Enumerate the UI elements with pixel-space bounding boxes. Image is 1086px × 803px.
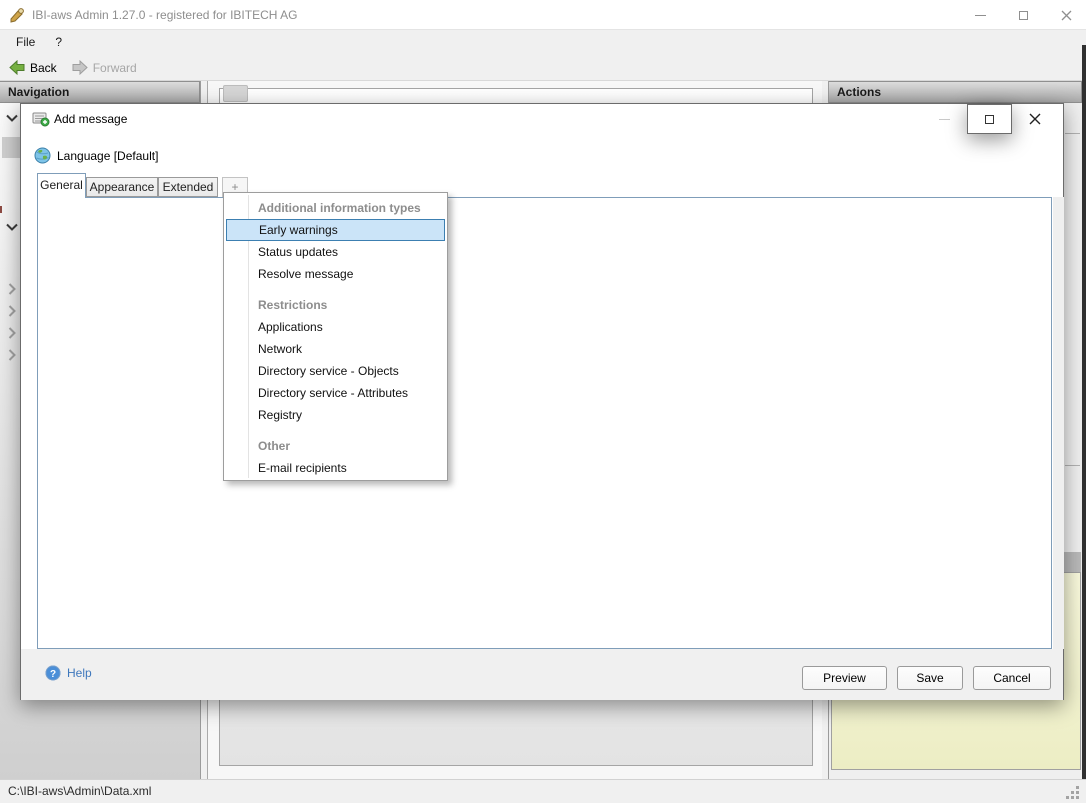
back-button[interactable]: Back	[3, 56, 63, 80]
back-arrow-icon	[9, 60, 25, 75]
language-row: Language [Default]	[34, 147, 158, 164]
preview-button[interactable]: Preview	[802, 666, 887, 690]
tree-chevron-right-icon[interactable]	[8, 283, 16, 298]
content-toolbar-button-fragment[interactable]	[223, 85, 248, 102]
status-path: C:\IBI-aws\Admin\Data.xml	[8, 784, 152, 798]
tree-chevron-down-icon[interactable]	[6, 220, 18, 234]
menu-section-header: Restrictions	[258, 298, 328, 312]
minimize-icon	[974, 14, 986, 16]
maximize-icon	[985, 114, 994, 124]
menu-item-email-recipients[interactable]: E-mail recipients	[224, 457, 447, 479]
resize-grip[interactable]	[1065, 785, 1080, 803]
app-icon	[9, 7, 25, 26]
help-link[interactable]: ? Help	[45, 665, 92, 681]
close-icon	[1061, 10, 1071, 20]
back-label: Back	[30, 60, 57, 75]
tab-extended[interactable]: Extended	[158, 177, 218, 197]
tree-chevron-right-icon[interactable]	[8, 349, 16, 364]
general-tab-page	[37, 197, 1052, 649]
nav-item-fragment	[2, 137, 20, 158]
background-window-edge	[1082, 45, 1086, 779]
actions-header: Actions	[829, 81, 1082, 103]
menu-bar: File ?	[0, 30, 1086, 55]
menu-section-header: Additional information types	[258, 201, 421, 215]
svg-text:?: ?	[50, 669, 56, 680]
status-bar: C:\IBI-aws\Admin\Data.xml	[0, 779, 1086, 803]
menu-file[interactable]: File	[6, 30, 45, 55]
minimize-button[interactable]	[960, 0, 1000, 30]
menu-item-status-updates[interactable]: Status updates	[224, 241, 447, 263]
tree-chevron-right-icon[interactable]	[8, 327, 16, 342]
cancel-button[interactable]: Cancel	[973, 666, 1051, 690]
window-title: IBI-aws Admin 1.27.0 - registered for IB…	[32, 8, 298, 22]
add-message-dialog: Add message Language [Default] General A…	[20, 103, 1064, 700]
close-button[interactable]	[1046, 0, 1086, 30]
menu-item-directory-service-objects[interactable]: Directory service - Objects	[224, 360, 447, 382]
menu-item-registry[interactable]: Registry	[224, 404, 447, 426]
navigation-header: Navigation	[0, 81, 200, 103]
menu-item-early-warnings[interactable]: Early warnings	[226, 219, 445, 241]
globe-icon	[34, 147, 51, 164]
save-button[interactable]: Save	[897, 666, 963, 690]
dialog-minimize-button[interactable]	[922, 104, 967, 134]
action-link-fragment	[1065, 133, 1080, 134]
add-tab-popup-menu: Additional information types Early warni…	[223, 192, 448, 481]
dialog-close-button[interactable]	[1012, 104, 1057, 134]
help-icon: ?	[45, 665, 61, 681]
language-label: Language [Default]	[57, 148, 159, 163]
tree-chevron-right-icon[interactable]	[8, 305, 16, 320]
menu-item-directory-service-attributes[interactable]: Directory service - Attributes	[224, 382, 447, 404]
tab-appearance[interactable]: Appearance	[86, 177, 158, 197]
tool-bar: Back Forward	[0, 55, 1086, 81]
menu-item-network[interactable]: Network	[224, 338, 447, 360]
help-label: Help	[67, 666, 92, 680]
menu-item-applications[interactable]: Applications	[224, 316, 447, 338]
tree-chevron-down-icon[interactable]	[6, 111, 18, 125]
forward-label: Forward	[92, 60, 137, 75]
menu-item-resolve-message[interactable]: Resolve message	[224, 263, 447, 285]
main-titlebar: IBI-aws Admin 1.27.0 - registered for IB…	[0, 0, 1086, 30]
menu-section-header: Other	[258, 439, 291, 453]
maximize-button[interactable]	[1003, 0, 1043, 30]
forward-button[interactable]: Forward	[66, 56, 143, 80]
action-link-fragment	[1065, 465, 1080, 466]
dialog-maximize-button[interactable]	[967, 104, 1012, 134]
dialog-title: Add message	[54, 112, 128, 126]
close-icon	[1029, 113, 1040, 125]
dialog-footer: ? Help Preview Save Cancel	[21, 649, 1063, 700]
tab-general[interactable]: General	[37, 173, 86, 198]
maximize-icon	[1018, 10, 1028, 20]
minimize-icon	[939, 118, 950, 120]
forward-arrow-icon	[72, 60, 88, 75]
dialog-background-sliver	[1053, 197, 1064, 649]
add-message-icon	[32, 111, 50, 130]
menu-help[interactable]: ?	[45, 30, 72, 55]
dialog-titlebar: Add message	[21, 104, 1063, 134]
nav-marker-fragment	[0, 206, 2, 213]
